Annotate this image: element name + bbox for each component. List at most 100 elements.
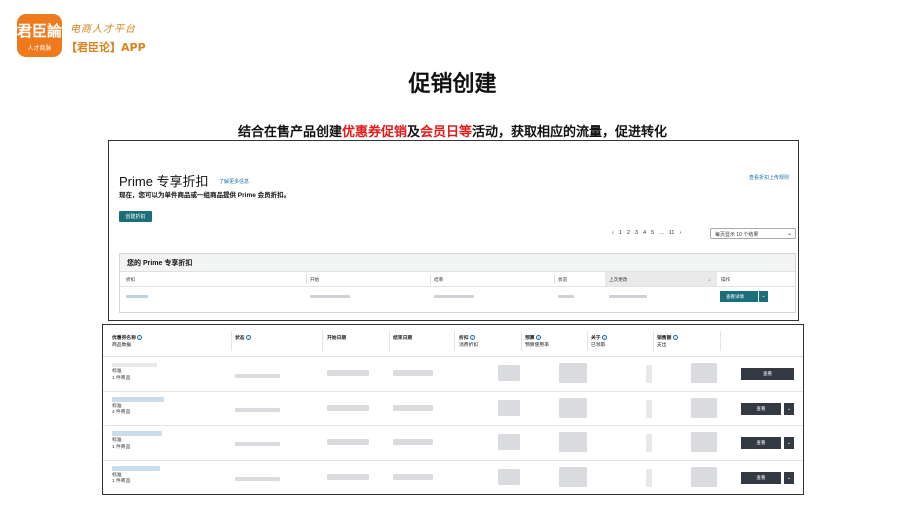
- redacted-coupon-name: [112, 431, 162, 436]
- redacted-discount: [498, 365, 520, 381]
- sort-arrow-icon[interactable]: ↓: [708, 277, 710, 282]
- chevron-down-icon[interactable]: ⌄: [783, 437, 794, 449]
- column-divider: [430, 275, 431, 284]
- prime-discount-panel: Prime 专享折扣 了解更多信息 查看折扣上传规则 现在，您可以为单件商品或一…: [108, 140, 799, 321]
- table-row: 标准 1 件商品 查看 ⌄: [103, 461, 803, 496]
- info-icon[interactable]: i: [469, 335, 475, 341]
- redacted-start-date: [327, 473, 369, 480]
- pagination-prev[interactable]: ‹: [612, 230, 614, 236]
- col-start-date[interactable]: 开始日期: [327, 335, 346, 342]
- pagination-page[interactable]: 2: [627, 230, 630, 236]
- view-coupon-button[interactable]: 查看: [741, 402, 781, 415]
- info-icon[interactable]: i: [672, 335, 678, 341]
- view-details-button[interactable]: 查看详情 ⌄: [720, 291, 768, 302]
- pagination-page[interactable]: 3: [635, 230, 638, 236]
- redacted-end-date: [434, 295, 474, 298]
- prime-discount-table: 您的 Prime 专享折扣 折扣 开始 结束 状态 上次更改 ↓ 操作 查看详情…: [119, 253, 796, 313]
- redacted-discount: [498, 399, 520, 416]
- logo-slogan: 电商人才平台: [70, 24, 136, 35]
- col-discount[interactable]: 折扣: [126, 277, 135, 283]
- page-title: 促销创建: [408, 72, 497, 97]
- redacted-budget: [559, 397, 587, 418]
- col-sub: 预算使用率: [525, 343, 549, 348]
- redacted-coupon-name: [112, 396, 164, 402]
- redacted-budget: [559, 363, 587, 383]
- table-row: 查看详情 ⌄: [120, 287, 795, 307]
- per-page-value: 每页显示 10 个结果: [715, 232, 759, 238]
- col-sales[interactable]: 销售额 i 支出: [657, 335, 678, 349]
- info-icon[interactable]: i: [535, 335, 541, 341]
- pagination-page[interactable]: 5: [651, 230, 654, 236]
- info-icon[interactable]: i: [245, 335, 251, 341]
- col-end-date[interactable]: 结束日期: [393, 335, 412, 342]
- prime-panel-title: Prime 专享折扣: [119, 174, 209, 189]
- col-sub: 消费折扣: [459, 343, 479, 348]
- pagination-page[interactable]: 4: [643, 230, 646, 236]
- column-divider: [521, 331, 522, 351]
- pagination: ‹ 1 2 3 4 5 ... 11 ›: [612, 230, 681, 236]
- coupon-type: 标准: [112, 369, 122, 374]
- subtitle-part: 活动，获取相应的流量，促进转化: [472, 125, 668, 140]
- redacted-end-date: [393, 404, 433, 411]
- pagination-page[interactable]: 11: [669, 230, 675, 236]
- col-end[interactable]: 结束: [434, 277, 443, 283]
- col-title: 开始日期: [327, 336, 347, 341]
- subtitle-highlight-member-day: 会员日等: [420, 125, 473, 140]
- logo-glyph: 君臣論: [17, 22, 63, 40]
- learn-more-link[interactable]: 了解更多信息: [219, 178, 249, 185]
- coupon-type: 标准: [112, 403, 122, 409]
- pagination-page[interactable]: 1: [619, 230, 622, 236]
- redacted-about: [646, 365, 652, 383]
- column-divider: [389, 331, 390, 351]
- view-coupon-button[interactable]: 查看: [741, 471, 781, 484]
- chevron-down-icon[interactable]: ⌄: [783, 471, 794, 484]
- col-sub: 商品数据: [112, 343, 132, 348]
- chevron-down-icon[interactable]: ⌄: [758, 291, 768, 302]
- col-title: 折扣: [459, 336, 469, 341]
- create-discount-button[interactable]: 创建折扣: [119, 211, 152, 222]
- view-coupon-button[interactable]: 查看: [741, 437, 781, 449]
- redacted-discount-name: [126, 295, 148, 298]
- redacted-budget: [559, 432, 587, 452]
- upload-rules-link[interactable]: 查看折扣上传规则: [749, 174, 789, 181]
- page-subtitle: 结合在售产品创建优惠券促销及会员日等活动，获取相应的流量，促进转化: [0, 121, 905, 140]
- redacted-status: [235, 407, 280, 412]
- redacted-end-date: [393, 370, 433, 376]
- col-status[interactable]: 状态: [558, 277, 567, 283]
- redacted-start-date: [327, 404, 369, 411]
- column-divider: [306, 275, 307, 284]
- prime-panel-description: 现在，您可以为单件商品或一组商品提供 Prime 会员折扣。: [119, 192, 291, 199]
- app-logo: 君臣論 人才商脉: [17, 14, 62, 57]
- redacted-coupon-name: [112, 465, 160, 471]
- redacted-sales: [691, 397, 717, 418]
- column-divider: [322, 331, 323, 351]
- col-budget[interactable]: 预算 i 预算使用率: [525, 335, 549, 349]
- col-discount[interactable]: 折扣 i 消费折扣: [459, 335, 478, 349]
- coupon-type-info: 标准 1 件商品: [112, 473, 130, 486]
- col-coupon-name[interactable]: 优惠券名称 i 商品数据: [112, 335, 143, 349]
- redacted-budget: [559, 466, 587, 487]
- coupon-item-count: 1 件商品: [112, 479, 131, 484]
- col-about[interactable]: 关于 i 已领取: [591, 335, 607, 349]
- col-sub: 已领取: [591, 343, 606, 348]
- coupon-item-count: 1 件商品: [112, 444, 131, 450]
- coupon-type: 标准: [112, 438, 122, 443]
- per-page-select[interactable]: 每页显示 10 个结果 ⌄: [710, 228, 796, 239]
- info-icon[interactable]: i: [601, 335, 607, 341]
- info-icon[interactable]: i: [137, 335, 143, 341]
- chevron-down-icon: ⌄: [786, 231, 792, 237]
- pagination-next[interactable]: ›: [679, 230, 681, 236]
- view-coupon-button[interactable]: 查看: [741, 368, 794, 380]
- col-title: 销售额: [657, 336, 672, 341]
- col-sub: 支出: [657, 343, 667, 348]
- col-start[interactable]: 开始: [310, 277, 319, 283]
- col-status[interactable]: 状态 i: [235, 335, 251, 342]
- col-title: 预算: [525, 336, 535, 341]
- coupon-type-info: 标准 1 件商品: [112, 369, 130, 382]
- coupon-type: 标准: [112, 472, 122, 478]
- table-row: 标准 4 件商品 查看 ⌄: [103, 392, 803, 426]
- redacted-end-date: [393, 439, 433, 445]
- col-last-changed[interactable]: 上次更改: [609, 277, 627, 283]
- chevron-down-icon[interactable]: ⌄: [783, 402, 794, 415]
- coupon-type-info: 标准 1 件商品: [112, 438, 130, 451]
